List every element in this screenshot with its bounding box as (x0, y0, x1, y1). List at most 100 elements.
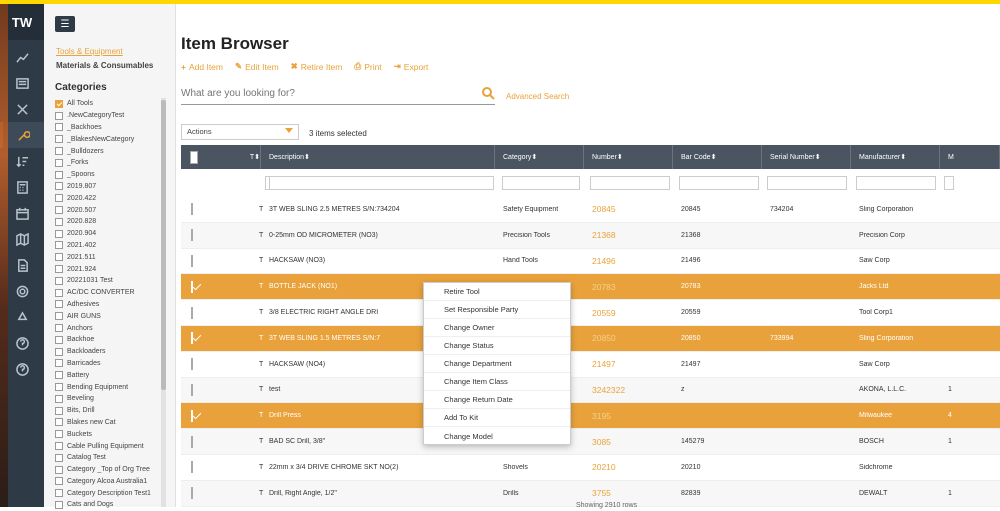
table-row[interactable]: T 0-25mm OD MICROMETER (NO3) Precision Too… (181, 222, 1000, 249)
table-row[interactable]: TBOTTLE JACK (NO1)Lifting Tools207832078… (181, 274, 1000, 301)
search-input[interactable] (181, 83, 461, 104)
category-checkbox[interactable] (55, 442, 63, 450)
category-item[interactable]: Cats and Dogs (55, 499, 163, 511)
category-item[interactable]: _Backhoes (55, 122, 163, 134)
category-item[interactable]: Anchors (55, 322, 163, 334)
row-checkbox[interactable] (191, 306, 193, 319)
tools-equipment-link[interactable]: Tools & Equipment (56, 47, 123, 56)
category-checkbox[interactable] (55, 335, 63, 344)
category-checkbox[interactable] (55, 206, 63, 215)
category-item[interactable]: 2020.904 (55, 228, 163, 240)
hamburger-icon[interactable]: ☰ (55, 16, 75, 32)
sort-icon[interactable]: ⬍ (254, 153, 260, 161)
category-checkbox[interactable] (55, 418, 63, 427)
category-item[interactable]: _Bulldozers (55, 145, 163, 157)
actions-dropdown[interactable]: Actions (181, 124, 299, 140)
row-checkbox[interactable] (191, 461, 193, 474)
add-item-button[interactable]: + Add Item (181, 61, 223, 72)
category-scrollbar[interactable] (161, 98, 166, 507)
export-button[interactable]: ⇥ Export (394, 61, 429, 72)
category-item[interactable]: Catalog Test (55, 452, 163, 464)
category-item[interactable]: Beveling (55, 393, 163, 405)
category-checkbox[interactable] (55, 241, 63, 250)
category-item[interactable]: AIR GUNS (55, 310, 163, 322)
row-checkbox[interactable] (191, 254, 193, 267)
column-header-serial-number[interactable]: Serial Number ⬍ (762, 145, 851, 169)
category-checkbox[interactable] (55, 253, 63, 262)
table-row[interactable]: T 3T WEB SLING 2.5 METRES S/N:734204 Safet… (181, 197, 1000, 223)
row-checkbox[interactable] (191, 487, 193, 500)
filter-input[interactable] (855, 176, 936, 190)
category-item[interactable]: .NewCategoryTest (55, 110, 163, 122)
table-row[interactable]: T HACKSAW (NO3) Hand Tools 21496 21496 Saw Co… (181, 248, 1000, 275)
column-header-description[interactable]: Description ⬍ (261, 145, 495, 169)
category-item[interactable]: Bits, Drill (55, 405, 163, 417)
cell-num[interactable]: 20210 (584, 462, 673, 472)
retire-item-button[interactable]: ✖ Retire Item (291, 61, 343, 72)
category-checkbox[interactable] (55, 347, 63, 356)
filter-input[interactable] (944, 176, 955, 190)
column-header-category[interactable]: Category ⬍ (495, 145, 584, 169)
cell-num[interactable]: 21497 (584, 359, 673, 369)
context-item-change-status[interactable]: Change Status (424, 337, 570, 355)
category-checkbox[interactable] (55, 99, 63, 108)
category-checkbox[interactable] (55, 276, 63, 285)
category-item[interactable]: All Tools (55, 98, 163, 110)
filter-input[interactable] (501, 176, 580, 190)
search-icon[interactable] (481, 86, 495, 100)
cell-num[interactable]: 21368 (584, 230, 673, 240)
category-checkbox[interactable] (55, 465, 63, 474)
cell-num[interactable]: 21496 (584, 256, 673, 266)
category-item[interactable]: 2020.507 (55, 204, 163, 216)
category-item[interactable]: Backhoe (55, 334, 163, 346)
sort-icon[interactable]: ⬍ (815, 153, 821, 161)
category-item[interactable]: Blakes new Cat (55, 417, 163, 429)
context-item-change-item-class[interactable]: Change Item Class (424, 373, 570, 391)
category-checkbox[interactable] (55, 229, 63, 238)
category-item[interactable]: Buckets (55, 428, 163, 440)
category-checkbox[interactable] (55, 170, 63, 179)
category-checkbox[interactable] (55, 406, 63, 415)
category-item[interactable]: 2021.924 (55, 263, 163, 275)
category-item[interactable]: Bending Equipment (55, 381, 163, 393)
context-item-retire-tool[interactable]: Retire Tool (424, 283, 570, 301)
table-row[interactable]: T 22mm x 3/4 DRIVE CHROME SKT NO(2) Shovel… (181, 454, 1000, 481)
row-checkbox[interactable] (191, 280, 193, 293)
row-checkbox[interactable] (191, 409, 193, 422)
category-item[interactable]: Category Alcoa Australia1 (55, 476, 163, 488)
sort-icon[interactable]: ⬍ (304, 153, 310, 161)
category-checkbox[interactable] (55, 158, 63, 167)
cell-num[interactable]: 20783 (584, 282, 673, 292)
cell-num[interactable]: 3755 (584, 488, 673, 498)
column-header-m[interactable]: M (940, 145, 1000, 169)
category-checkbox[interactable] (55, 383, 63, 392)
advanced-search-link[interactable]: Advanced Search (506, 92, 569, 101)
category-checkbox[interactable] (55, 111, 63, 120)
category-checkbox[interactable] (55, 182, 63, 191)
context-item-change-department[interactable]: Change Department (424, 355, 570, 373)
scrollbar-thumb[interactable] (161, 100, 166, 390)
print-button[interactable]: ⎙ Print (354, 61, 381, 72)
table-row[interactable]: T3T WEB SLING 1.5 METRES S/N:7Equipment2… (181, 325, 1000, 352)
table-row[interactable]: TDrill Pressresses3195Milwaukee4 (181, 403, 1000, 430)
category-checkbox[interactable] (55, 477, 63, 486)
category-checkbox[interactable] (55, 453, 63, 462)
category-item[interactable]: 2021.402 (55, 240, 163, 252)
sort-icon[interactable]: ⬍ (531, 153, 537, 161)
row-checkbox[interactable] (191, 203, 193, 216)
cell-num[interactable]: 20850 (584, 333, 673, 343)
category-checkbox[interactable] (55, 324, 63, 333)
cell-num[interactable]: 20559 (584, 308, 673, 318)
category-item[interactable]: Adhesives (55, 299, 163, 311)
category-item[interactable]: Barricades (55, 358, 163, 370)
table-row[interactable]: T3/8 ELECTRIC RIGHT ANGLE DRITools205592… (181, 300, 1000, 326)
context-item-set-responsible-party[interactable]: Set Responsible Party (424, 301, 570, 319)
category-item[interactable]: Cable Pulling Equipment (55, 440, 163, 452)
category-item[interactable]: 2020.422 (55, 192, 163, 204)
row-checkbox[interactable] (191, 383, 193, 396)
row-checkbox[interactable] (191, 358, 193, 371)
sort-icon[interactable]: ⬍ (617, 153, 623, 161)
cell-num[interactable]: 3242322 (584, 385, 673, 395)
context-item-change-owner[interactable]: Change Owner (424, 319, 570, 337)
cell-num[interactable]: 20845 (584, 204, 673, 214)
